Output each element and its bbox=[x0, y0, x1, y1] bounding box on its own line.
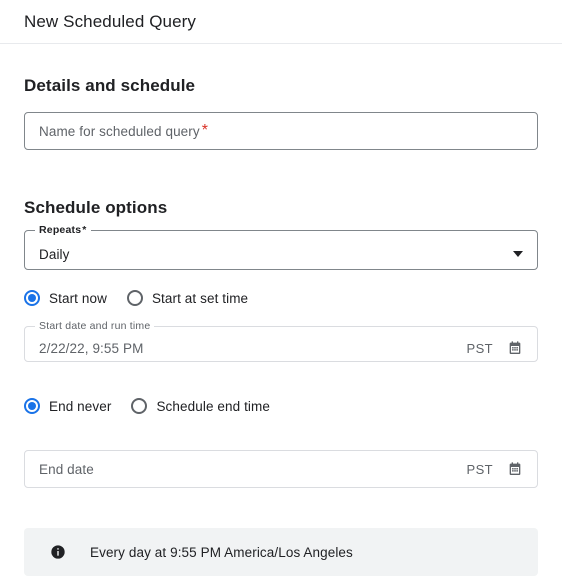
calendar-icon[interactable] bbox=[507, 340, 523, 356]
radio-option-start-at-set-time[interactable]: Start at set time bbox=[126, 290, 249, 306]
schedule-summary-text: Every day at 9:55 PM America/Los Angeles bbox=[90, 544, 353, 560]
repeats-selected-value: Daily bbox=[39, 247, 70, 262]
start-date-field-trailing: PST bbox=[467, 340, 523, 356]
radio-end-never[interactable] bbox=[24, 398, 40, 414]
radio-start-at-set-time[interactable] bbox=[126, 290, 143, 306]
radio-schedule-end-time-label: Schedule end time bbox=[156, 398, 270, 414]
repeats-label-text: Repeats bbox=[39, 224, 82, 236]
end-radio-group: End never Schedule end time bbox=[24, 398, 538, 414]
radio-start-now-label: Start now bbox=[49, 290, 107, 306]
required-asterisk: * bbox=[201, 122, 208, 139]
end-date-placeholder: End date bbox=[39, 461, 94, 477]
end-date-input[interactable]: End date PST bbox=[24, 450, 538, 488]
info-icon bbox=[50, 544, 66, 560]
radio-option-end-never[interactable]: End never bbox=[24, 398, 111, 414]
start-date-and-run-time-input[interactable]: Start date and run time 2/22/22, 9:55 PM… bbox=[24, 320, 538, 362]
radio-option-start-now[interactable]: Start now bbox=[24, 290, 107, 306]
start-date-timezone: PST bbox=[466, 340, 493, 356]
start-date-and-run-time-value: 2/22/22, 9:55 PM bbox=[39, 341, 144, 356]
radio-start-now[interactable] bbox=[24, 290, 40, 306]
scheduled-query-name-placeholder: Name for scheduled query bbox=[39, 123, 200, 139]
details-section-heading: Details and schedule bbox=[24, 76, 196, 95]
repeats-select[interactable]: Repeats* Daily bbox=[24, 224, 538, 270]
chevron-down-icon[interactable] bbox=[513, 251, 523, 257]
page-title: New Scheduled Query bbox=[24, 11, 196, 31]
schedule-section-heading: Schedule options bbox=[24, 198, 168, 217]
repeats-label: Repeats* bbox=[35, 224, 91, 237]
start-date-and-run-time-label: Start date and run time bbox=[35, 320, 155, 333]
dialog-header: New Scheduled Query bbox=[0, 0, 562, 44]
radio-schedule-end-time[interactable] bbox=[131, 398, 148, 414]
schedule-summary-banner: Every day at 9:55 PM America/Los Angeles bbox=[24, 528, 538, 576]
radio-option-schedule-end-time[interactable]: Schedule end time bbox=[131, 398, 270, 414]
end-date-field-trailing: PST bbox=[467, 461, 523, 477]
repeats-required-asterisk: * bbox=[82, 224, 87, 236]
calendar-icon[interactable] bbox=[507, 461, 523, 477]
radio-start-at-set-time-label: Start at set time bbox=[151, 290, 249, 306]
dialog-body: Details and schedule Name for scheduled … bbox=[0, 76, 562, 576]
start-radio-group: Start now Start at set time bbox=[24, 290, 538, 306]
end-date-timezone: PST bbox=[466, 461, 493, 477]
radio-end-never-label: End never bbox=[49, 398, 112, 414]
scheduled-query-name-input[interactable]: Name for scheduled query * bbox=[24, 112, 538, 150]
